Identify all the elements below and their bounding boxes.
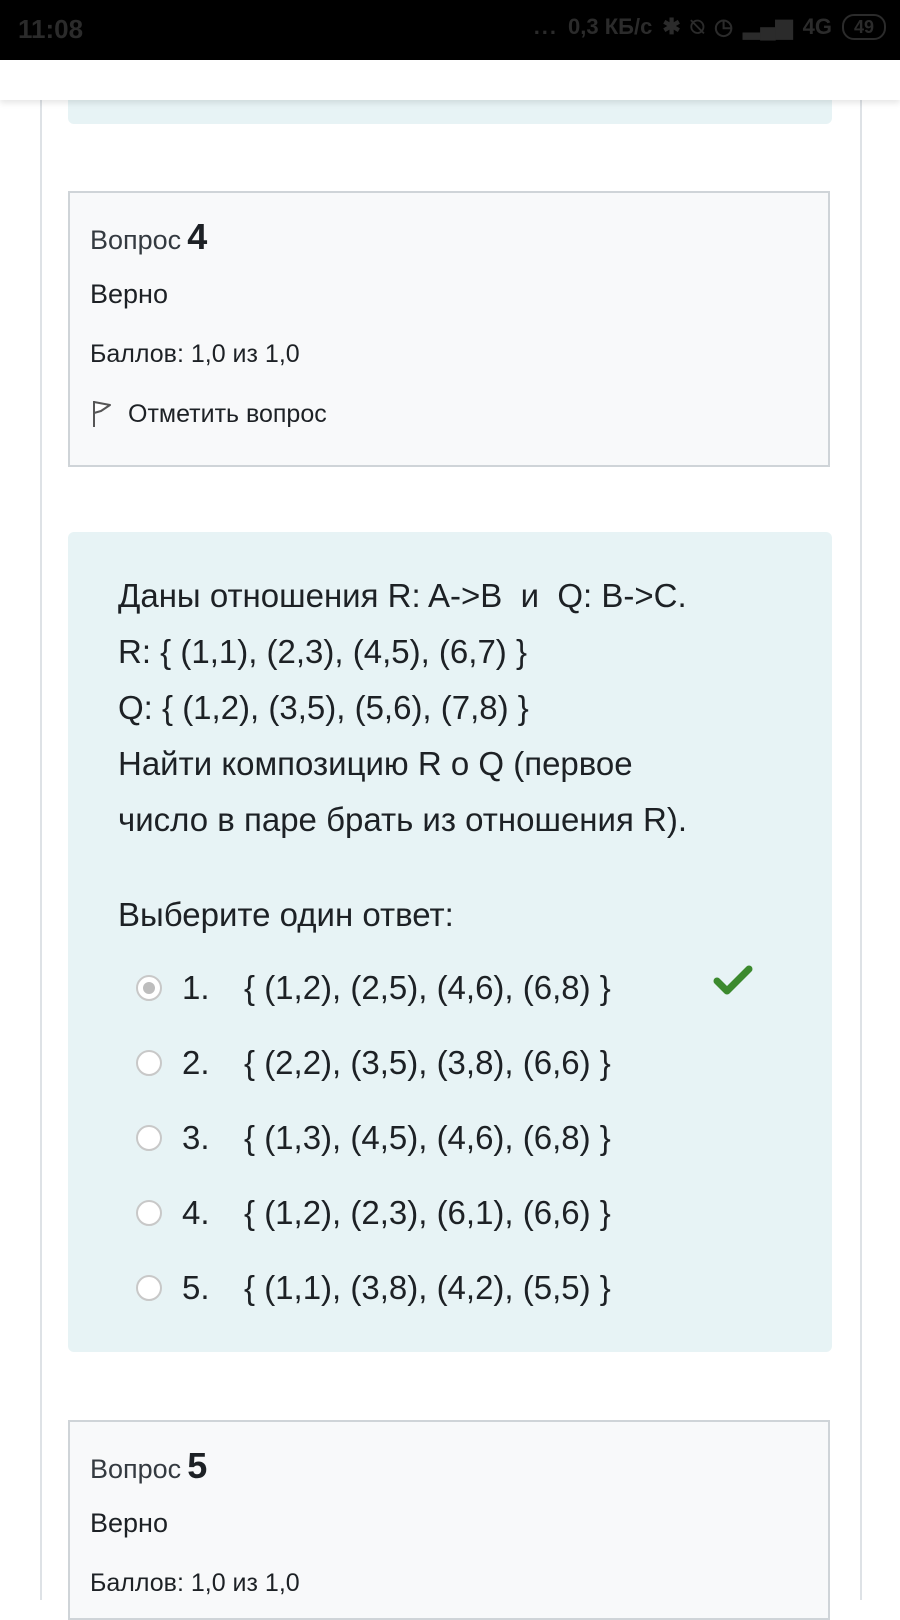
question-text-line: Даны отношения R: A->B и Q: B->C.: [118, 577, 687, 614]
battery-indicator: 49: [841, 14, 886, 40]
answer-number: 1.: [182, 968, 210, 1006]
correct-check-icon: [713, 965, 753, 995]
question-text-line: число в паре брать из отношения R).: [118, 801, 687, 838]
answer-radio-2[interactable]: [136, 1049, 162, 1076]
answer-number: 4.: [182, 1193, 210, 1231]
answer-number: 3.: [182, 1118, 210, 1156]
question-number: Вопрос 5: [90, 1446, 808, 1486]
answer-number: 2.: [182, 1043, 210, 1081]
answer-radio-5[interactable]: [136, 1274, 162, 1301]
answer-option-2[interactable]: 2. { (2,2), (3,5), (3,8), (6,6) }: [118, 1025, 782, 1100]
bluetooth-icon: ✱: [662, 14, 681, 39]
browser-top-strip: [0, 60, 900, 100]
answer-options: 1. { (1,2), (2,5), (4,6), (6,8) } 2. { (…: [118, 950, 782, 1325]
answer-text: { (1,3), (4,5), (4,6), (6,8) }: [244, 1118, 611, 1156]
question-state: Верно: [90, 1508, 168, 1538]
answer-radio-3[interactable]: [136, 1124, 162, 1151]
network-type: 4G: [802, 14, 832, 39]
answer-option-5[interactable]: 5. { (1,1), (3,8), (4,2), (5,5) }: [118, 1250, 782, 1325]
question-text: Даны отношения R: A->B и Q: B->C. R: { (…: [118, 568, 782, 848]
question-text-line: R: { (1,1), (2,3), (4,5), (6,7) }: [118, 633, 527, 670]
answer-option-3[interactable]: 3. { (1,3), (4,5), (4,6), (6,8) }: [118, 1100, 782, 1175]
question-number-value: 4: [187, 216, 208, 257]
question-number: Вопрос 4: [90, 217, 808, 257]
answer-prompt: Выберите один ответ:: [118, 896, 454, 933]
more-dots: ...: [533, 14, 559, 39]
question-text-line: Q: { (1,2), (3,5), (5,6), (7,8) }: [118, 689, 529, 726]
alarm-icon: ◷: [713, 14, 734, 39]
answer-option-4[interactable]: 4. { (1,2), (2,3), (6,1), (6,6) }: [118, 1175, 782, 1250]
question-label: Вопрос: [90, 1454, 182, 1484]
answer-text: { (1,2), (2,3), (6,1), (6,6) }: [244, 1193, 611, 1231]
flag-question-button[interactable]: Отметить вопрос: [90, 399, 808, 429]
question-5-info: Вопрос 5 Верно Баллов: 1,0 из 1,0: [68, 1420, 830, 1620]
status-bar: 11:08 ... 0,3 КБ/с ✱ ⍉ ◷ ▂▄▆ 4G 49: [0, 0, 900, 60]
question-4-info: Вопрос 4 Верно Баллов: 1,0 из 1,0 Отметит…: [68, 191, 830, 467]
question-grade: Баллов: 1,0 из 1,0: [90, 340, 300, 368]
answer-radio-4[interactable]: [136, 1199, 162, 1226]
answer-radio-1[interactable]: [136, 974, 162, 1001]
status-time: 11:08: [18, 14, 84, 44]
question-text-line: Найти композицию R o Q (первое: [118, 745, 633, 782]
answer-text: { (2,2), (3,5), (3,8), (6,6) }: [244, 1043, 611, 1081]
question-4-formulation: Даны отношения R: A->B и Q: B->C. R: { (…: [68, 532, 832, 1352]
answer-text: { (1,2), (2,5), (4,6), (6,8) }: [244, 968, 611, 1006]
answer-text: { (1,1), (3,8), (4,2), (5,5) }: [244, 1268, 611, 1306]
answer-option-1[interactable]: 1. { (1,2), (2,5), (4,6), (6,8) }: [118, 950, 782, 1025]
question-grade: Баллов: 1,0 из 1,0: [90, 1569, 300, 1597]
mute-icon: ⍉: [690, 14, 704, 39]
status-indicators: ... 0,3 КБ/с ✱ ⍉ ◷ ▂▄▆ 4G 49: [534, 14, 886, 40]
question-label: Вопрос: [90, 225, 182, 255]
flag-icon: [93, 401, 111, 427]
flag-question-label: Отметить вопрос: [128, 399, 327, 428]
network-speed: 0,3 КБ/с: [568, 14, 653, 39]
question-number-value: 5: [187, 1445, 208, 1486]
answer-number: 5.: [182, 1268, 210, 1306]
question-state: Верно: [90, 279, 168, 309]
signal-icon: ▂▄▆: [743, 14, 793, 39]
